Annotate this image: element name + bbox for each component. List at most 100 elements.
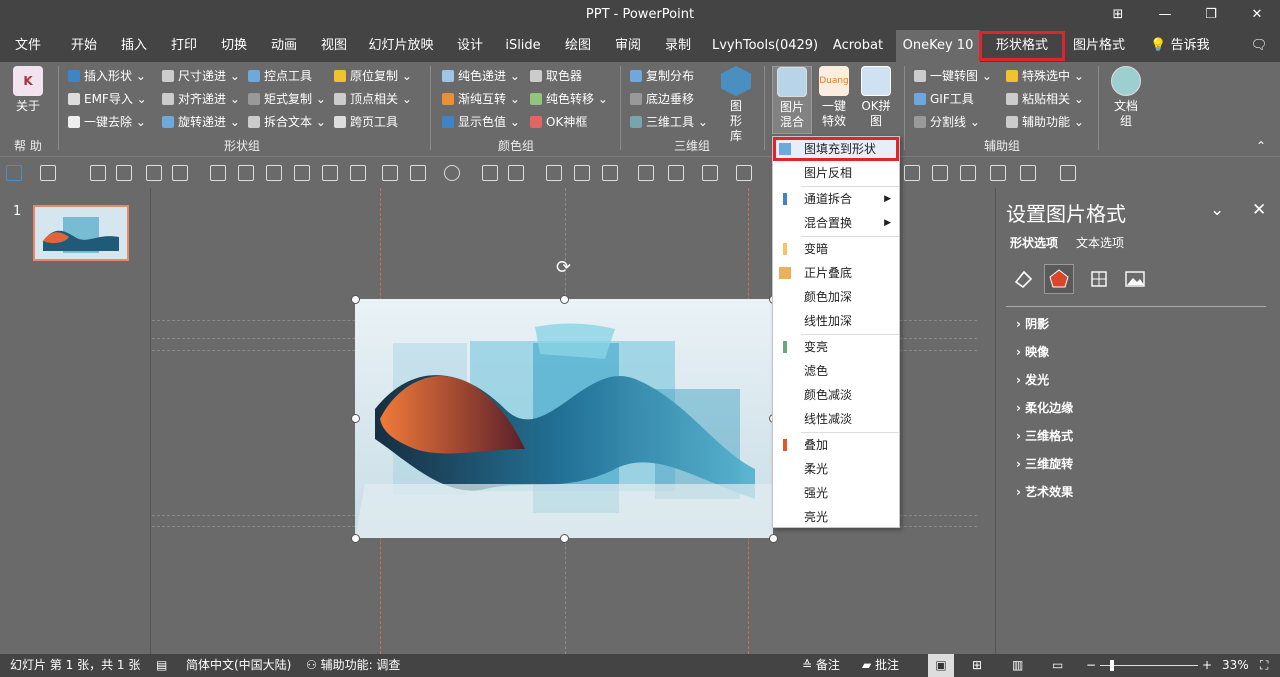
zoom-out-button[interactable]: − (1086, 654, 1096, 677)
tab-lvyhtools[interactable]: LvyhTools(0429) (712, 30, 818, 62)
bring-forward-icon[interactable] (322, 165, 338, 181)
one-click-remove-button[interactable]: 一键去除 ⌄ (68, 112, 146, 132)
section-soft-edges[interactable]: › 柔化边缘 (1016, 399, 1073, 416)
cube-outline-icon[interactable] (602, 165, 618, 181)
divider-line-button[interactable]: 分割线 ⌄ (914, 112, 980, 132)
spell-check-icon[interactable]: ▤ (156, 654, 167, 677)
zoom-level[interactable]: 33% (1222, 654, 1249, 677)
paste-related-button[interactable]: 粘贴相关 ⌄ (1006, 89, 1084, 109)
frame-icon[interactable] (546, 165, 562, 181)
slide-sorter-icon[interactable]: ⊞ (972, 654, 982, 677)
reading-view-icon[interactable]: ▥ (1012, 654, 1023, 677)
zoom-in-button[interactable]: + (1202, 654, 1212, 677)
size-step-button[interactable]: 尺寸递进 ⌄ (162, 66, 240, 86)
align-step-button[interactable]: 对齐递进 ⌄ (162, 89, 240, 109)
tab-shape-options[interactable]: 形状选项 (1010, 234, 1058, 251)
tab-insert[interactable]: 插入 (112, 30, 156, 62)
comments-button[interactable]: ▰ 批注 (862, 654, 899, 677)
comment-icon[interactable]: 🗨 (1244, 30, 1274, 62)
ok-collage-button[interactable]: OK拼图 (856, 66, 896, 129)
align-center-icon[interactable] (116, 165, 132, 181)
tab-acrobat[interactable]: Acrobat (828, 30, 888, 62)
tab-file[interactable]: 文件 (6, 30, 50, 62)
close-icon[interactable]: ✕ (1252, 200, 1266, 220)
section-reflection[interactable]: › 映像 (1016, 343, 1049, 360)
color-transfer-button[interactable]: 纯色转移 ⌄ (530, 89, 608, 109)
tab-shape-format[interactable]: 形状格式 (978, 30, 1066, 62)
tab-record[interactable]: 录制 (656, 30, 700, 62)
paint-icon[interactable] (574, 165, 590, 181)
size-properties-icon[interactable] (1084, 264, 1114, 294)
effects-tab[interactable] (1044, 264, 1074, 294)
slideshow-icon[interactable]: ▭ (1052, 654, 1063, 677)
one-click-to-image-button[interactable]: 一键转图 ⌄ (914, 66, 992, 86)
one-click-effect-button[interactable]: Duang 一键特效 (814, 66, 854, 129)
menu-item-multiply[interactable]: 正片叠底 (773, 261, 899, 285)
emf-import-button[interactable]: EMF导入 ⌄ (68, 89, 147, 109)
accessibility-button[interactable]: ⚇ 辅助功能: 调查 (306, 654, 400, 677)
resize-handle[interactable] (351, 295, 360, 304)
section-3d-format[interactable]: › 三维格式 (1016, 427, 1073, 444)
image-grid-icon[interactable] (668, 165, 684, 181)
menu-item-fill-image-to-shape[interactable]: 图填充到形状 (773, 137, 899, 161)
tab-tell-me[interactable]: 💡 告诉我 (1140, 30, 1220, 62)
special-select-button[interactable]: 特殊选中 ⌄ (1006, 66, 1084, 86)
picture-icon[interactable] (1120, 264, 1150, 294)
color-swatch-icon[interactable] (6, 165, 22, 181)
table-icon[interactable] (702, 165, 718, 181)
language-indicator[interactable]: 简体中文(中国大陆) (186, 654, 291, 677)
mask-icon[interactable] (508, 165, 524, 181)
insert-shape-button[interactable]: 插入形状 ⌄ (68, 66, 146, 86)
tab-draw[interactable]: 绘图 (556, 30, 600, 62)
image-blend-button[interactable]: 图片混合 (772, 66, 812, 134)
flip-icon[interactable] (410, 165, 426, 181)
merge-shapes-icon[interactable] (444, 165, 460, 181)
menu-item-color-burn[interactable]: 颜色加深 (773, 285, 899, 309)
rotate-handle-icon[interactable]: ⟳ (556, 257, 571, 278)
show-color-value-button[interactable]: 显示色值 ⌄ (442, 112, 520, 132)
slide-thumbnail[interactable] (33, 205, 129, 261)
menu-item-darken[interactable]: 变暗 (773, 237, 899, 261)
gradient-convert-button[interactable]: 渐纯互转 ⌄ (442, 89, 520, 109)
arrow-icon[interactable] (904, 165, 920, 181)
document-group-button[interactable]: 文档组 (1106, 66, 1146, 129)
shape-library-button[interactable]: 图形库 (716, 66, 756, 144)
menu-item-hard-light[interactable]: 强光 (773, 481, 899, 505)
menu-item-overlay[interactable]: 叠加 (773, 433, 899, 457)
distribute-h-icon[interactable] (210, 165, 226, 181)
list-icon[interactable] (932, 165, 948, 181)
menu-item-color-dodge[interactable]: 颜色减淡 (773, 383, 899, 407)
crop-icon[interactable] (482, 165, 498, 181)
tab-animations[interactable]: 动画 (262, 30, 306, 62)
in-place-copy-button[interactable]: 原位复制 ⌄ (334, 66, 412, 86)
tab-print[interactable]: 打印 (162, 30, 206, 62)
minimize-button[interactable]: — (1152, 4, 1178, 26)
copy-distribute-button[interactable]: 复制分布 (630, 66, 694, 86)
notes-button[interactable]: ≙ 备注 (802, 654, 840, 677)
menu-item-channel-split[interactable]: 通道拆合 ▶ (773, 187, 899, 211)
eyedropper-button[interactable]: 取色器 (530, 66, 582, 86)
resize-handle[interactable] (560, 534, 569, 543)
align-left-icon[interactable] (90, 165, 106, 181)
normal-view-icon[interactable]: ▣ (928, 654, 954, 677)
about-button[interactable]: K 关于 (8, 66, 48, 114)
resize-handle[interactable] (351, 534, 360, 543)
distribute-v-icon[interactable] (238, 165, 254, 181)
font-size-icon[interactable] (960, 165, 976, 181)
menu-item-vivid-light[interactable]: 亮光 (773, 505, 899, 529)
tab-transitions[interactable]: 切换 (212, 30, 256, 62)
menu-item-linear-dodge[interactable]: 线性减淡 (773, 407, 899, 431)
menu-item-lighten[interactable]: 变亮 (773, 335, 899, 359)
ribbon-display-options-icon[interactable]: ⊞ (1105, 4, 1131, 26)
3d-tools-button[interactable]: 三维工具 ⌄ (630, 112, 708, 132)
tab-slideshow[interactable]: 幻灯片放映 (365, 30, 437, 62)
menu-item-linear-burn[interactable]: 线性加深 (773, 309, 899, 333)
resize-handle[interactable] (769, 534, 778, 543)
lasso-icon[interactable] (736, 165, 752, 181)
tab-text-options[interactable]: 文本选项 (1076, 234, 1124, 251)
copy-format-icon[interactable] (990, 165, 1006, 181)
bottom-shift-button[interactable]: 底边垂移 (630, 89, 694, 109)
group-icon[interactable] (266, 165, 282, 181)
tab-onekey[interactable]: OneKey 10 (896, 30, 980, 62)
image-icon[interactable] (638, 165, 654, 181)
